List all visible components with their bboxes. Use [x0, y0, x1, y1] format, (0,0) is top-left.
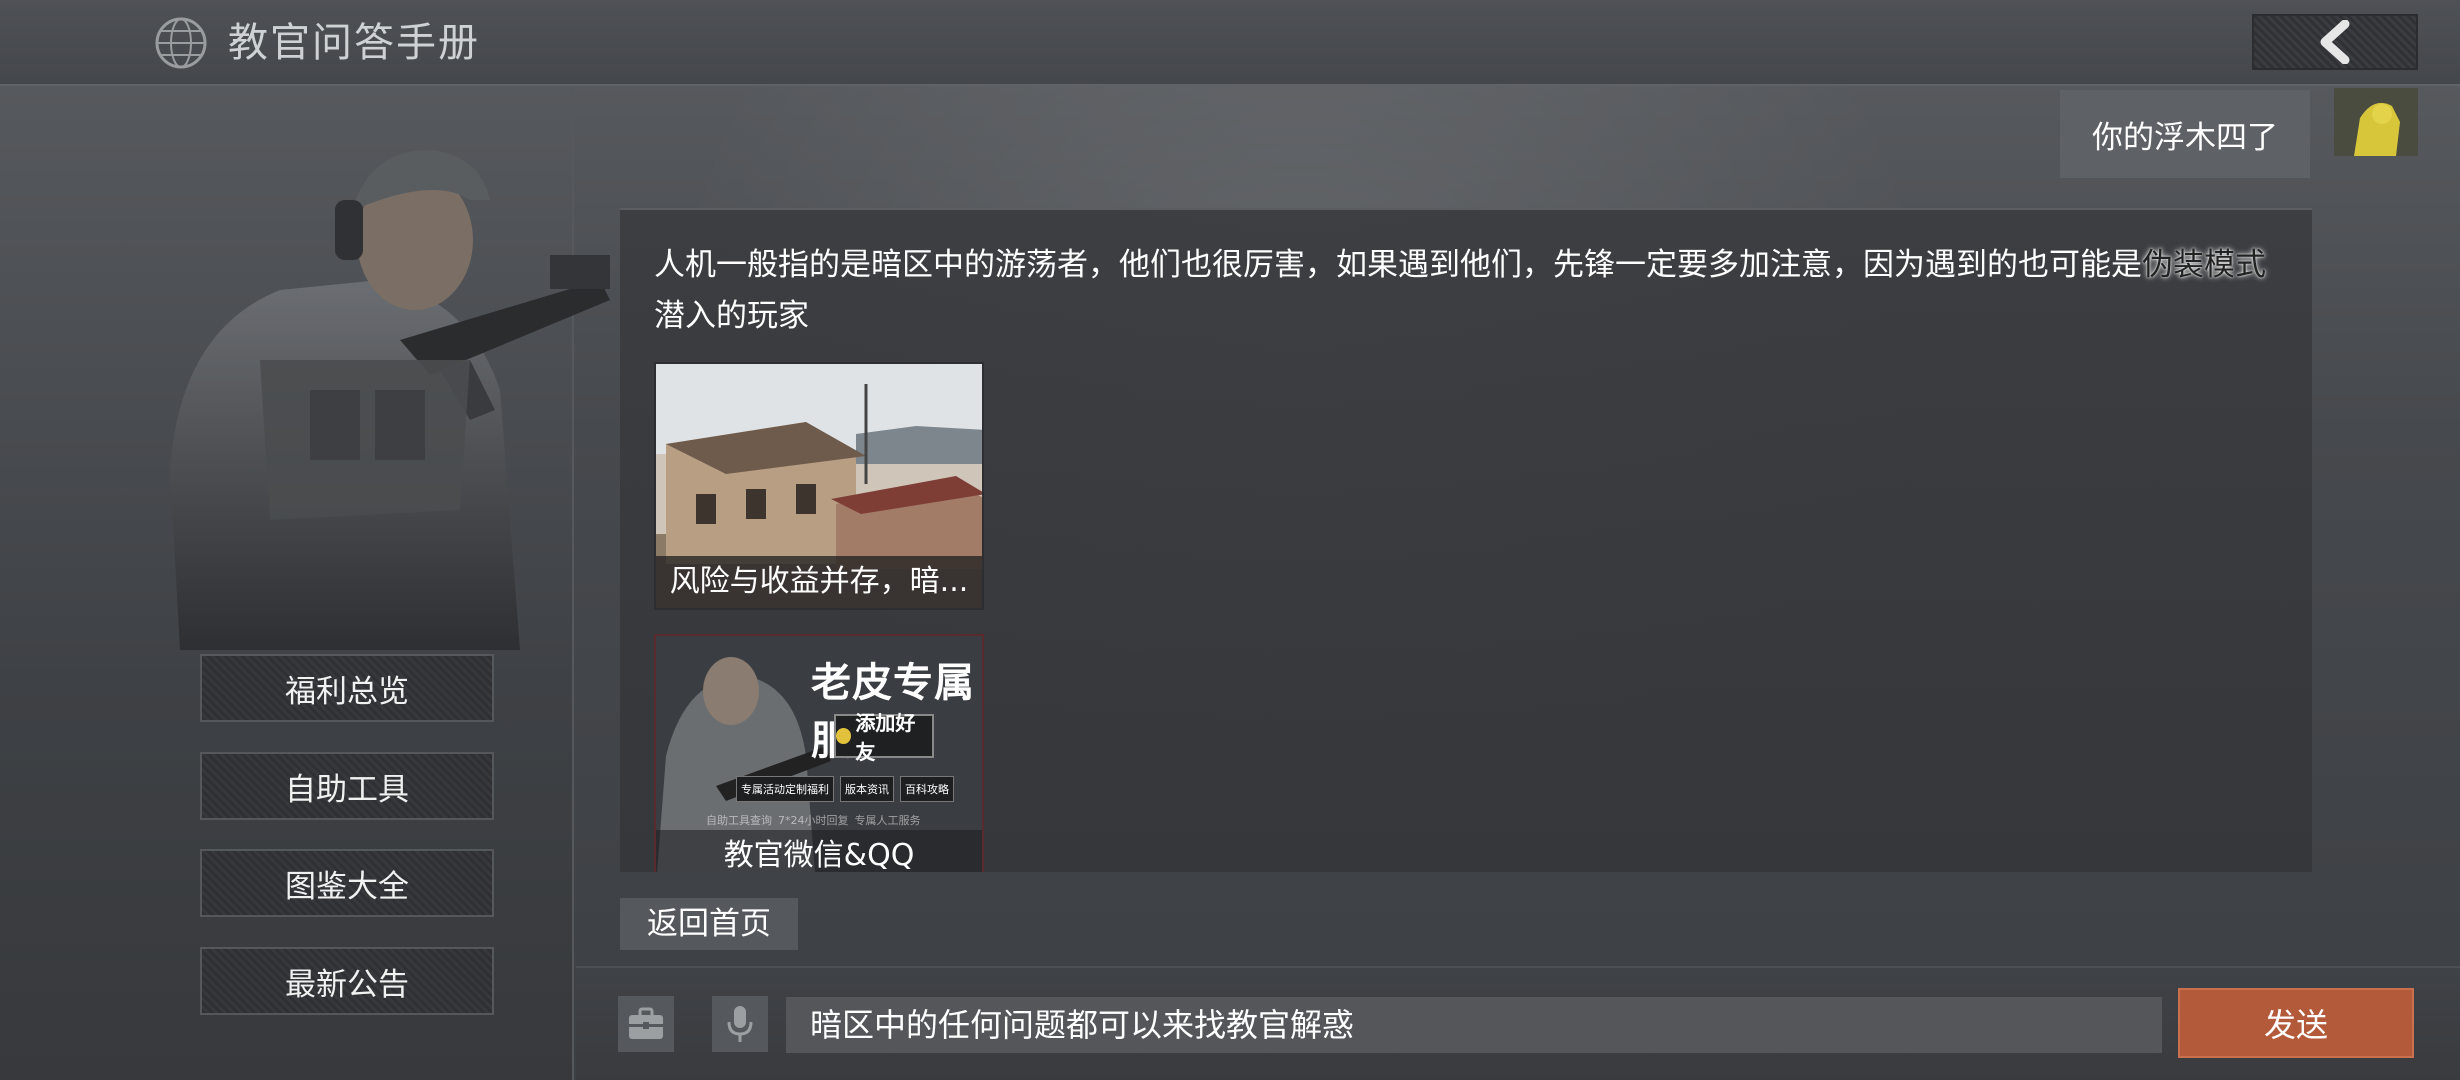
sidebar-item-encyclopedia[interactable]: 图鉴大全 — [200, 849, 494, 917]
banner-tags: 专属活动定制福利 版本资讯 百科攻略 — [736, 776, 954, 802]
sidebar-item-latest-announcements[interactable]: 最新公告 — [200, 947, 494, 1015]
top-bar: 教官问答手册 — [0, 0, 2460, 86]
banner-tag: 专属人工服务 — [854, 814, 921, 827]
send-label: 发送 — [2263, 1006, 2328, 1044]
chevron-left-icon — [2320, 20, 2350, 64]
sidebar-item-label: 最新公告 — [285, 966, 409, 1003]
toolbox-button[interactable] — [618, 996, 674, 1052]
add-friend-label: 添加好友 — [855, 711, 916, 764]
page-title: 教官问答手册 — [228, 20, 480, 66]
answer-text-main: 人机一般指的是暗区中的游荡者，他们也很厉害，如果遇到他们，先锋一定要多加注意，因… — [654, 247, 2142, 283]
banner-tag: 7*24小时回复 — [778, 814, 849, 827]
wechat-icon — [836, 728, 852, 744]
card-caption: 风险与收益并存，暗... — [656, 556, 982, 608]
microphone-icon — [727, 1006, 753, 1042]
soldier-illustration — [170, 150, 610, 650]
avatar — [2334, 88, 2418, 156]
globe-logo-icon — [155, 17, 207, 69]
user-message-text: 你的浮木四了 — [2092, 119, 2278, 156]
send-button[interactable]: 发送 — [2178, 988, 2414, 1058]
add-friend-button[interactable]: 添加好友 — [834, 711, 934, 764]
banner-tags-row2: 自助工具查询 7*24小时回复 专属人工服务 — [706, 812, 921, 828]
banner-tag: 专属活动定制福利 — [736, 776, 834, 802]
microphone-button[interactable] — [712, 996, 768, 1052]
sidebar-item-label: 自助工具 — [285, 771, 409, 808]
sidebar-item-self-service-tools[interactable]: 自助工具 — [200, 752, 494, 820]
banner-tag: 版本资讯 — [840, 776, 894, 802]
banner-tag: 百科攻略 — [900, 776, 954, 802]
sidebar-item-label: 福利总览 — [285, 673, 409, 710]
user-message-bubble: 你的浮木四了 — [2060, 90, 2310, 178]
banner-tag: 自助工具查询 — [706, 814, 772, 827]
answer-text-highlight[interactable]: 伪装模式 — [2142, 247, 2266, 283]
back-button[interactable] — [2252, 14, 2418, 70]
toolbox-icon — [629, 1007, 663, 1039]
article-card-risk-reward[interactable]: 风险与收益并存，暗... — [654, 362, 984, 610]
article-card-instructor-contact[interactable]: 老皮专属服务 添加好友 专属活动定制福利 版本资讯 百科攻略 自助工具查询 7*… — [654, 634, 984, 872]
answer-text-tail: 潜入的玩家 — [654, 298, 809, 334]
answer-text: 人机一般指的是暗区中的游荡者，他们也很厉害，如果遇到他们，先锋一定要多加注意，因… — [654, 240, 2294, 342]
answer-panel: 人机一般指的是暗区中的游荡者，他们也很厉害，如果遇到他们，先锋一定要多加注意，因… — [620, 208, 2312, 872]
return-home-button[interactable]: 返回首页 — [620, 898, 798, 950]
card-caption: 教官微信&QQ — [656, 830, 982, 872]
chat-input[interactable] — [786, 997, 2162, 1053]
sidebar-item-label: 图鉴大全 — [285, 868, 409, 905]
sidebar-item-benefits-overview[interactable]: 福利总览 — [200, 654, 494, 722]
